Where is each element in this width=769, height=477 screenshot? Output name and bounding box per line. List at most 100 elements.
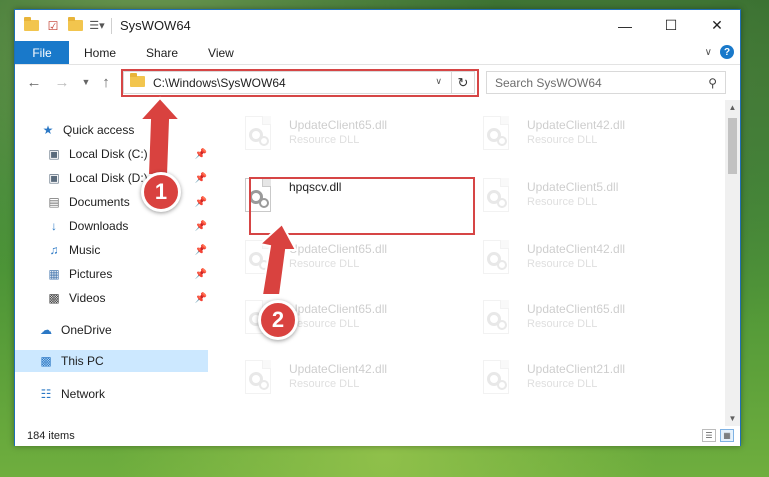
documents-icon: ▤ xyxy=(48,195,60,209)
dll-file-icon xyxy=(239,114,279,160)
nav-this-pc[interactable]: ▩ This PC xyxy=(15,350,208,372)
nav-label: Videos xyxy=(69,291,106,305)
tab-share[interactable]: Share xyxy=(131,41,193,64)
maximize-button[interactable]: ☐ xyxy=(648,10,694,41)
file-item-hpqscv[interactable]: hpqscv.dll xyxy=(239,176,459,232)
nav-music[interactable]: ♫ Music 📌 xyxy=(45,239,209,261)
nav-local-disk-d[interactable]: ▣ Local Disk (D:) 📌 xyxy=(45,167,209,189)
file-type: Resource DLL xyxy=(289,378,360,390)
help-button[interactable]: ? xyxy=(720,45,734,59)
scroll-down-icon[interactable]: ▼ xyxy=(725,414,740,423)
drive-icon: ▣ xyxy=(48,171,60,185)
file-name: UpdateClient65.dll xyxy=(527,302,626,316)
pin-icon[interactable]: 📌 xyxy=(195,245,207,256)
new-folder-icon[interactable] xyxy=(67,17,83,34)
folder-icon xyxy=(23,17,39,34)
dll-file-icon xyxy=(477,358,517,404)
dll-file-icon xyxy=(239,238,279,284)
pin-icon[interactable]: 📌 xyxy=(195,293,207,304)
tab-view[interactable]: View xyxy=(193,41,249,64)
nav-label: OneDrive xyxy=(61,323,112,337)
file-name: hpqscv.dll xyxy=(289,180,342,194)
back-arrow-icon[interactable]: ← xyxy=(25,74,43,91)
dll-file-icon xyxy=(477,114,517,160)
drive-icon: ▣ xyxy=(48,147,60,161)
file-item[interactable]: UpdateClient42.dll Resource DLL xyxy=(239,358,459,414)
window-controls: — ☐ ✕ xyxy=(602,10,740,41)
quick-access-toolbar: ☑ ☰▾ xyxy=(23,17,105,34)
file-list: UpdateClient65.dll Resource DLL hpqscv.d… xyxy=(231,100,725,426)
file-type: Resource DLL xyxy=(289,258,360,270)
refresh-icon[interactable]: ↻ xyxy=(451,72,474,93)
forward-arrow-icon[interactable]: → xyxy=(53,74,71,91)
scrollbar-thumb[interactable] xyxy=(728,118,737,174)
pin-icon[interactable]: 📌 xyxy=(195,221,207,232)
ribbon-right: ∨ ? xyxy=(705,45,734,59)
file-type: Resource DLL xyxy=(527,318,598,330)
pin-icon[interactable]: 📌 xyxy=(195,173,207,184)
file-name: UpdateClient65.dll xyxy=(289,118,388,132)
scroll-up-icon[interactable]: ▲ xyxy=(725,103,740,112)
file-name: UpdateClient65.dll xyxy=(289,242,388,256)
recent-locations-icon[interactable]: ▼ xyxy=(77,77,95,87)
chevron-down-icon[interactable]: ∨ xyxy=(435,76,442,87)
nav-videos[interactable]: ▩ Videos 📌 xyxy=(45,287,209,309)
file-type: Resource DLL xyxy=(527,378,598,390)
properties-icon[interactable]: ☑ xyxy=(45,18,61,34)
large-icons-view-icon[interactable]: ▦ xyxy=(720,429,734,442)
file-type: Resource DLL xyxy=(289,134,360,146)
nav-label: This PC xyxy=(61,354,104,368)
file-name: UpdateClient42.dll xyxy=(527,242,626,256)
nav-onedrive[interactable]: ☁ OneDrive xyxy=(37,319,209,341)
folder-icon xyxy=(130,72,145,90)
file-item[interactable]: UpdateClient21.dll Resource DLL xyxy=(477,358,697,414)
step-badge-1: 1 xyxy=(141,172,181,212)
nav-label: Local Disk (D:) xyxy=(69,171,148,185)
file-name: UpdateClient21.dll xyxy=(527,362,626,376)
address-path[interactable]: C:\Windows\SysWOW64 xyxy=(153,76,286,90)
explorer-window: ☑ ☰▾ SysWOW64 — ☐ ✕ File Home Share View… xyxy=(14,9,741,446)
nav-label: Network xyxy=(61,387,106,401)
navigation-pane: ★ Quick access ▣ Local Disk (C:) 📌 ▣ Loc… xyxy=(15,100,209,426)
address-row: ← → ▼ ↑ C:\Windows\SysWOW64 ∨ ↻ Search S… xyxy=(15,66,740,100)
file-item[interactable]: UpdateClient42.dll Resource DLL xyxy=(477,238,697,294)
expand-ribbon-icon[interactable]: ∨ xyxy=(705,47,712,58)
tab-home[interactable]: Home xyxy=(69,41,131,64)
file-item[interactable]: UpdateClient65.dll Resource DLL xyxy=(477,298,697,354)
file-item[interactable]: UpdateClient42.dll Resource DLL xyxy=(477,114,697,170)
file-name: UpdateClient5.dll xyxy=(527,180,619,194)
onedrive-icon: ☁ xyxy=(40,323,52,337)
tab-file[interactable]: File xyxy=(15,41,69,64)
nav-quick-access[interactable]: ★ Quick access xyxy=(39,119,211,141)
nav-network[interactable]: ☷ Network xyxy=(37,383,209,405)
file-item[interactable]: UpdateClient65.dll Resource DLL xyxy=(239,114,459,170)
nav-pictures[interactable]: ▦ Pictures 📌 xyxy=(45,263,209,285)
details-view-icon[interactable]: ☰ xyxy=(702,429,716,442)
nav-local-disk-c[interactable]: ▣ Local Disk (C:) 📌 xyxy=(45,143,209,165)
file-item[interactable]: UpdateClient5.dll Resource DLL xyxy=(477,176,697,232)
file-type: Resource DLL xyxy=(527,258,598,270)
computer-icon: ▩ xyxy=(40,354,52,368)
pin-icon[interactable]: 📌 xyxy=(195,197,207,208)
file-item[interactable]: UpdateClient65.dll Resource DLL xyxy=(239,238,459,294)
downloads-icon: ↓ xyxy=(51,219,57,233)
customize-toolbar-icon[interactable]: ☰▾ xyxy=(89,18,105,34)
nav-label: Local Disk (C:) xyxy=(69,147,148,161)
address-bar[interactable]: C:\Windows\SysWOW64 ∨ ↻ xyxy=(123,71,475,94)
dll-file-icon xyxy=(477,298,517,344)
nav-label: Documents xyxy=(69,195,130,209)
pin-icon[interactable]: 📌 xyxy=(195,149,207,160)
vertical-scrollbar[interactable]: ▲ ▼ xyxy=(725,100,740,426)
file-name: UpdateClient42.dll xyxy=(289,362,388,376)
up-arrow-icon[interactable]: ↑ xyxy=(97,74,115,91)
pin-icon[interactable]: 📌 xyxy=(195,269,207,280)
pictures-icon: ▦ xyxy=(48,267,60,281)
minimize-button[interactable]: — xyxy=(602,10,648,41)
title-separator xyxy=(111,17,112,34)
dll-file-icon xyxy=(477,176,517,222)
dll-file-icon xyxy=(239,176,279,222)
nav-downloads[interactable]: ↓ Downloads 📌 xyxy=(45,215,209,237)
nav-documents[interactable]: ▤ Documents 📌 xyxy=(45,191,209,213)
search-input[interactable]: Search SysWOW64 ⚲ xyxy=(486,71,726,94)
close-button[interactable]: ✕ xyxy=(694,10,740,41)
